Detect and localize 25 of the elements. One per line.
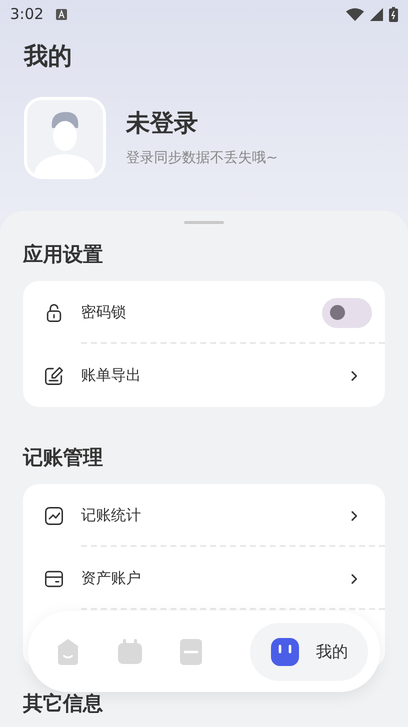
section-heading: 记账管理 [23,444,104,470]
keyboard-icon [56,8,67,20]
row-label: 记账统计 [81,505,142,526]
battery-icon [389,6,398,22]
settings-row[interactable]: 密码锁 [23,281,385,344]
status-time: 3:02 [10,4,44,25]
edit-icon [43,364,65,386]
section-heading: 应用设置 [23,241,104,267]
page-title: 我的 [24,41,73,72]
drag-handle[interactable] [184,221,224,224]
smile-icon [270,636,300,666]
row-label: 资产账户 [81,568,142,590]
user-name[interactable]: 未登录 [126,108,278,138]
toggle-switch[interactable] [322,298,372,328]
nav-tab[interactable]: 我的 [250,622,368,680]
settings-row[interactable]: 账单导出 [23,344,385,407]
avatar[interactable] [24,97,106,179]
login-hint: 登录同步数据不丢失哦~ [126,148,278,168]
section-heading: 其它信息 [23,690,104,716]
signal-icon [370,8,383,20]
row-label: 密码锁 [81,302,127,324]
wifi-icon [346,8,364,20]
row-label: 账单导出 [81,365,142,386]
settings-row[interactable]: 记账统计 [23,484,385,547]
chart-icon [43,504,65,526]
